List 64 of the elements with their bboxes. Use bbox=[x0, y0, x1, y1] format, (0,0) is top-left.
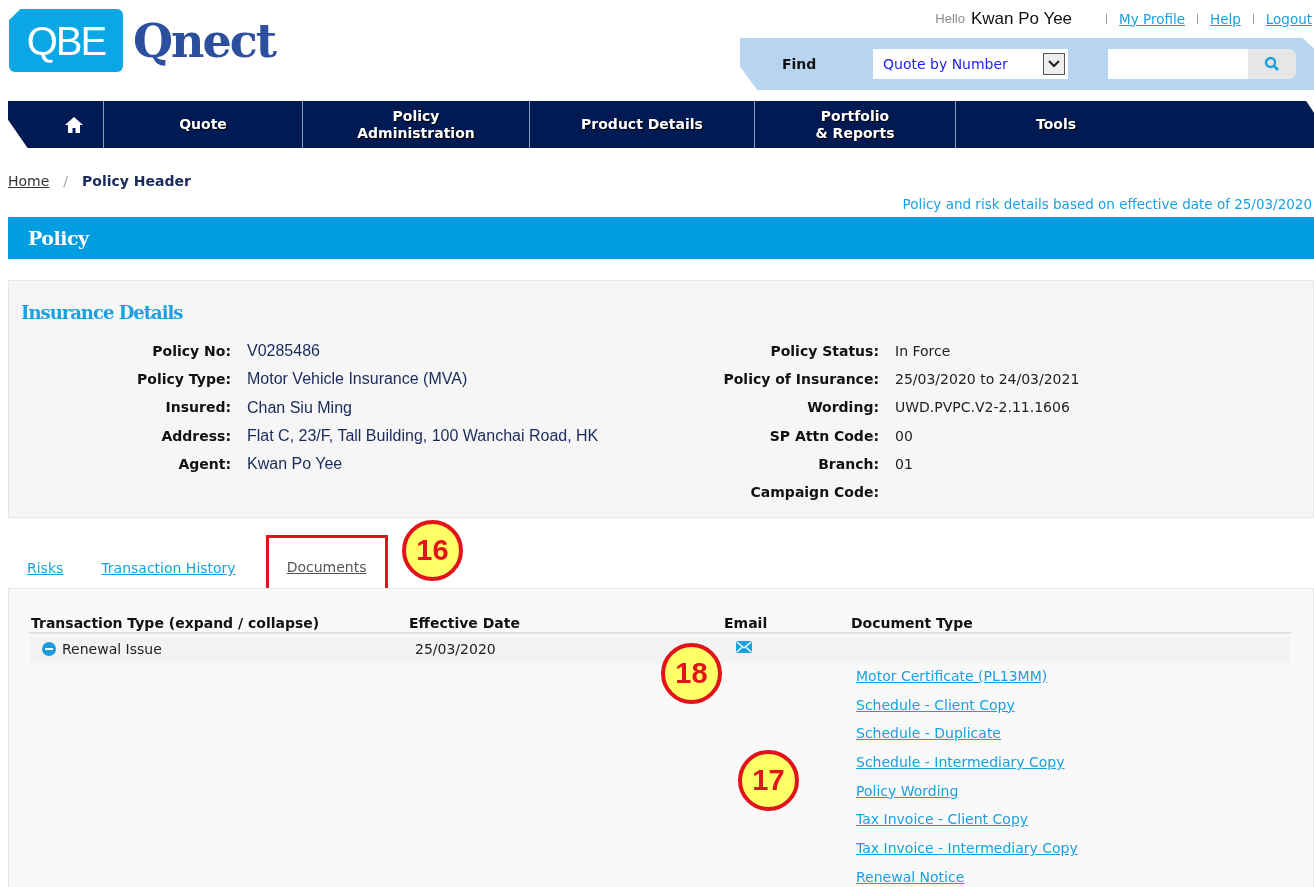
nav-menu-item[interactable]: Policy Administration bbox=[357, 107, 475, 142]
field-label: Policy Status: bbox=[769, 341, 880, 361]
breadcrumb-separator: / bbox=[63, 172, 69, 191]
field-label: SP Attn Code: bbox=[768, 426, 880, 446]
home-icon bbox=[63, 115, 84, 134]
document-link[interactable]: Schedule - Intermediary Copy bbox=[856, 752, 1078, 781]
panel-title: Insurance Details bbox=[21, 301, 183, 325]
document-link[interactable]: Policy Wording bbox=[856, 780, 1078, 810]
header-link[interactable]: Logout bbox=[1265, 8, 1312, 29]
nav-menu-item[interactable]: Product Details bbox=[581, 116, 703, 133]
nav-menu-item[interactable]: Tools bbox=[1035, 116, 1077, 133]
logo-wordmark: Qnect bbox=[133, 17, 276, 64]
user-name: Kwan Po Yee bbox=[970, 8, 1073, 30]
document-link[interactable]: Motor Certificate (PL13MM) bbox=[856, 666, 1078, 695]
field-value: Chan Siu Ming bbox=[247, 397, 352, 418]
document-link[interactable]: Renewal Notice bbox=[856, 866, 1078, 887]
search-field[interactable] bbox=[1108, 49, 1248, 79]
field-value: Flat C, 23/F, Tall Building, 100 Wanchai Road, HK bbox=[247, 426, 599, 447]
field-label: Branch: bbox=[817, 454, 880, 474]
field-label: Address: bbox=[160, 426, 232, 446]
field-label: Insured: bbox=[164, 398, 232, 418]
search-type-dropdown[interactable]: Quote by Number bbox=[873, 49, 1068, 79]
document-link[interactable]: Tax Invoice - Intermediary Copy bbox=[856, 838, 1078, 867]
field-value: In Force bbox=[895, 341, 951, 361]
column-header: Effective Date bbox=[409, 614, 520, 633]
search-button[interactable] bbox=[1248, 49, 1296, 79]
field-label: Policy No: bbox=[151, 341, 232, 361]
column-header: Transaction Type (expand / collapse) bbox=[31, 614, 320, 633]
find-label: Find bbox=[782, 54, 818, 74]
field-value: 25/03/2020 to 24/03/2021 bbox=[895, 369, 1080, 389]
callout-marker: 16 bbox=[402, 520, 463, 581]
field-label: Policy of Insurance: bbox=[722, 369, 880, 389]
field-value: Motor Vehicle Insurance (MVA) bbox=[247, 369, 468, 390]
breadcrumb-current: Policy Header bbox=[82, 172, 191, 191]
column-header: Document Type bbox=[851, 614, 973, 633]
header-link[interactable]: Help bbox=[1210, 8, 1241, 29]
document-link[interactable]: Schedule - Duplicate bbox=[856, 723, 1078, 753]
nav-menu-item[interactable]: Quote bbox=[179, 116, 227, 133]
chevron-down-icon bbox=[1043, 53, 1065, 75]
nav-menu-item[interactable]: Portfolio & Reports bbox=[815, 107, 895, 142]
email-icon[interactable] bbox=[736, 641, 752, 653]
greeting-text: Hello bbox=[935, 10, 965, 28]
field-value: Kwan Po Yee bbox=[247, 454, 343, 475]
tab[interactable]: Risks bbox=[19, 548, 72, 589]
effective-date-note: Policy and risk details based on effective date of 25/03/2020 bbox=[902, 195, 1312, 214]
document-link[interactable]: Tax Invoice - Client Copy bbox=[856, 809, 1078, 839]
field-label: Campaign Code: bbox=[749, 483, 880, 503]
field-value: 00 bbox=[895, 426, 913, 446]
column-header: Email bbox=[724, 614, 768, 633]
logo-badge: QBE bbox=[9, 9, 123, 72]
breadcrumb-link[interactable]: Home bbox=[8, 171, 50, 192]
header-link[interactable]: My Profile bbox=[1119, 8, 1185, 29]
field-label: Agent: bbox=[177, 454, 232, 474]
field-value: UWD.PVPC.V2-2.11.1606 bbox=[895, 398, 1070, 418]
field-label: Wording: bbox=[806, 398, 880, 418]
field-label: Policy Type: bbox=[136, 369, 232, 389]
section-header-bar: Policy bbox=[8, 217, 1314, 259]
document-link[interactable]: Schedule - Client Copy bbox=[856, 694, 1078, 724]
field-value: V0285486 bbox=[247, 341, 320, 362]
search-icon bbox=[1264, 56, 1280, 72]
table-cell-text: 25/03/2020 bbox=[415, 640, 496, 659]
tab[interactable]: Transaction History bbox=[93, 548, 244, 589]
field-value: 01 bbox=[895, 454, 913, 474]
table-cell-text: Renewal Issue bbox=[62, 640, 162, 659]
